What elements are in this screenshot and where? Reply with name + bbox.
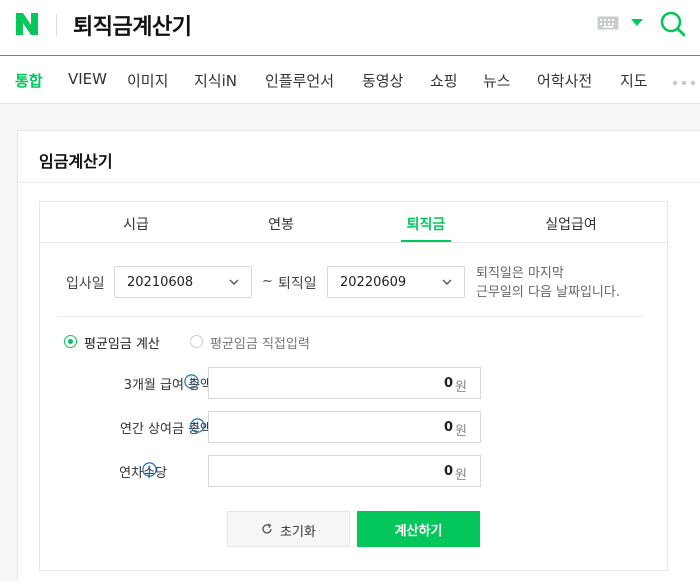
nav-item-dictionary[interactable]: 어학사전 (537, 70, 592, 91)
nav-item-news[interactable]: 뉴스 (483, 70, 511, 91)
nav-item-shopping[interactable]: 쇼핑 (430, 70, 458, 91)
card-divider (18, 182, 700, 183)
info-icon[interactable] (190, 418, 205, 433)
info-icon[interactable] (142, 462, 157, 477)
leave-date-value: 20220609 (340, 275, 407, 290)
radio-direct-input-label[interactable]: 평균임금 직접입력 (210, 333, 310, 352)
chevron-down-icon (442, 279, 452, 285)
header-divider (56, 14, 57, 36)
info-icon[interactable] (184, 374, 199, 389)
keyboard-icon[interactable] (597, 16, 619, 30)
nav-item-view[interactable]: VIEW (68, 70, 107, 88)
refresh-icon (262, 523, 272, 534)
note-line-1: 퇴직일은 마지막 (476, 266, 564, 281)
more-icon[interactable] (672, 80, 700, 86)
reset-button[interactable]: 초기화 (227, 511, 350, 547)
calculator-tabs: 시급 연봉 퇴직금 실업급여 (40, 202, 667, 243)
wage-calculator-card: 임금계산기 시급 연봉 퇴직금 실업급여 입사일 20210608 ~ 퇴직일 … (17, 130, 700, 581)
radio-average-wage-label[interactable]: 평균임금 계산 (84, 333, 160, 352)
nav-item-map[interactable]: 지도 (620, 70, 648, 91)
salary-total-value: 0 (443, 376, 453, 391)
currency-unit: 원 (455, 468, 467, 483)
search-nav: 통합 VIEW 이미지 지식iN 인플루언서 동영상 쇼핑 뉴스 어학사전 지도 (0, 56, 700, 104)
search-icon[interactable] (658, 9, 688, 39)
join-date-select[interactable]: 20210608 (114, 266, 252, 298)
caret-down-icon[interactable] (631, 19, 643, 27)
calculator-panel: 시급 연봉 퇴직금 실업급여 입사일 20210608 ~ 퇴직일 202206… (39, 201, 668, 571)
currency-unit: 원 (455, 424, 467, 439)
currency-unit: 원 (455, 380, 467, 395)
radio-average-wage[interactable] (64, 335, 77, 348)
tab-annual[interactable]: 연봉 (221, 214, 341, 234)
leave-date-note: 퇴직일은 마지막 근무일의 다음 날짜입니다. (476, 264, 666, 302)
section-divider (58, 316, 643, 317)
tab-severance[interactable]: 퇴직금 (366, 214, 486, 234)
join-date-value: 20210608 (127, 275, 194, 290)
nav-item-kin[interactable]: 지식iN (194, 70, 237, 91)
salary-total-input[interactable]: 0 원 (208, 367, 481, 399)
join-date-label: 입사일 (66, 276, 105, 292)
bonus-total-input[interactable]: 0 원 (208, 411, 481, 443)
note-line-2: 근무일의 다음 날짜입니다. (476, 285, 620, 300)
search-header: 퇴직금계산기 (0, 0, 700, 56)
tab-hourly[interactable]: 시급 (76, 214, 196, 234)
radio-direct-input[interactable] (190, 335, 203, 348)
leave-allowance-value: 0 (443, 464, 453, 479)
bonus-total-value: 0 (443, 420, 453, 435)
calculate-button-label: 계산하기 (394, 524, 443, 539)
nav-item-all[interactable]: 통합 (15, 70, 43, 91)
nav-item-images[interactable]: 이미지 (127, 70, 168, 91)
nav-item-influencer[interactable]: 인플루언서 (265, 70, 334, 91)
nav-item-video[interactable]: 동영상 (362, 70, 403, 91)
naver-logo-icon[interactable] (14, 11, 40, 37)
tab-unemployment[interactable]: 실업급여 (511, 214, 631, 234)
leave-date-label: 퇴직일 (278, 276, 317, 292)
date-range-separator: ~ (262, 274, 273, 289)
active-tab-indicator (401, 240, 451, 242)
chevron-down-icon (229, 279, 239, 285)
leave-allowance-input[interactable]: 0 원 (208, 455, 481, 487)
card-title: 임금계산기 (39, 152, 113, 171)
search-query-text[interactable]: 퇴직금계산기 (73, 9, 192, 41)
calculate-button[interactable]: 계산하기 (357, 511, 480, 547)
reset-button-label: 초기화 (280, 525, 316, 540)
leave-date-select[interactable]: 20220609 (327, 266, 465, 298)
